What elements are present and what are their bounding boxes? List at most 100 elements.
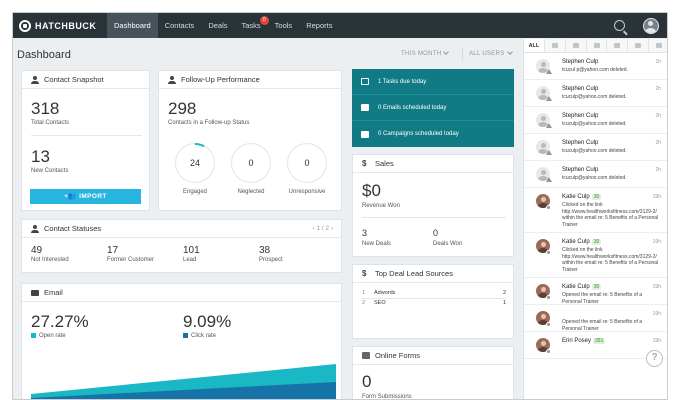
status-lead[interactable]: 101 Lead (183, 245, 200, 263)
feed-contact-name[interactable]: Stephen Culp (562, 140, 598, 146)
activity-dot-icon (546, 205, 551, 210)
feed-item[interactable]: Stephen Culp 1h tcucul p@yahoo.com deleted… (524, 53, 667, 80)
feed-contact-name[interactable]: Stephen Culp (562, 59, 598, 65)
list-icon (551, 43, 558, 48)
alert-icon (656, 43, 663, 48)
user-icon (31, 224, 39, 233)
feed-contact-name[interactable]: Stephen Culp (562, 86, 598, 92)
status-value: 101 (183, 245, 200, 256)
brand-logo[interactable]: HATCHBUCK (13, 13, 107, 38)
chevron-right-icon[interactable]: › (329, 225, 333, 232)
unresponsive-label: Unresponsive (288, 189, 326, 195)
lead-sources-card: $ Top Deal Lead Sources 1 Adwords 2 2 SE… (352, 264, 514, 339)
card-title: Contact Statuses (44, 224, 102, 233)
unresponsive-ring[interactable]: 0 (287, 143, 327, 183)
search-icon[interactable] (614, 20, 625, 31)
user-avatar[interactable] (643, 17, 659, 34)
campaigns-scheduled-label: 0 Campaigns scheduled today (378, 131, 459, 137)
brand-wordmark: HATCHBUCK (35, 20, 97, 31)
status-not-interested[interactable]: 49 Not Interested (31, 245, 69, 263)
tasks-due-label: 1 Tasks due today (378, 78, 427, 85)
feed-item[interactable]: Stephen Culp 2h tcuculp@yahoo.com deleted. (524, 161, 667, 188)
warning-icon (546, 96, 552, 101)
feed-contact-name[interactable]: Stephen Culp (562, 113, 598, 119)
feed-contact-name[interactable]: Erin Posey 391 (562, 338, 606, 344)
follow-up-card: Follow-Up Performance 298 Contacts in a … (158, 70, 342, 211)
activity-dot-icon (546, 349, 551, 354)
feed-item[interactable]: Stephen Culp 2h tcuculp@yahoo.com deleted. (524, 80, 667, 107)
feed-tab-calendar[interactable] (607, 39, 629, 52)
click-rate-swatch (183, 333, 188, 338)
status-label: Lead (183, 257, 197, 263)
nav-tasks[interactable]: Tasks 0 (235, 13, 269, 38)
envelope-icon (31, 289, 39, 296)
feed-item[interactable]: Katie Culp 30 19h Opened the email re: 5 Be… (524, 278, 667, 305)
unresponsive-value: 0 (304, 158, 310, 168)
feed-text: tcuculp@yahoo.com deleted. (562, 94, 627, 100)
feed-item[interactable]: Katie Culp 30 19h Clicked on the link http:… (524, 233, 667, 278)
import-button[interactable]: +👥 IMPORT (30, 189, 141, 204)
feed-time: 2h (655, 140, 661, 146)
feed-name-text: Erin Posey (562, 338, 592, 344)
sales-card: $ Sales $0 Revenue Won 3 New Deals 0 Dea… (352, 154, 514, 257)
nav-contacts[interactable]: Contacts (158, 13, 202, 38)
status-label: Not Interested (31, 257, 69, 263)
emails-scheduled-row[interactable]: 0 Emails scheduled today (352, 95, 514, 121)
pointer-icon (635, 43, 642, 48)
feed-tab-messages[interactable] (587, 39, 608, 52)
form-icon (362, 352, 370, 359)
feed-item[interactable]: Stephen Culp 2h tcuculp@yahoo.com deleted. (524, 134, 667, 161)
nav-reports[interactable]: Reports (299, 13, 339, 38)
feed-list: Stephen Culp 1h tcucul p@yahoo.com deleted… (524, 53, 667, 359)
card-header: $ Top Deal Lead Sources (353, 265, 513, 283)
contact-statuses-card: Contact Statuses ‹ 1 / 2 › 49 Not Intere… (21, 219, 342, 273)
email-card: Email 27.27% Open rate 9.09% Click rate (21, 283, 342, 399)
open-rate-legend: Open rate (31, 333, 66, 339)
envelope-icon (361, 104, 369, 111)
card-header: Follow-Up Performance (159, 71, 341, 89)
card-title: Top Deal Lead Sources (375, 269, 453, 278)
import-label: IMPORT (79, 193, 107, 200)
feed-item[interactable]: 19h Opened the email re: 5 Benefits of a … (524, 305, 667, 332)
click-rate-value: 9.09% (183, 312, 232, 331)
feed-tab-emails[interactable] (566, 39, 587, 52)
feed-time: 19h (652, 239, 661, 245)
nav-dashboard[interactable]: Dashboard (107, 13, 158, 38)
feed-tab-alerts[interactable] (649, 39, 667, 52)
card-header: Online Forms (353, 347, 513, 365)
chevron-down-icon (506, 49, 513, 55)
feed-item[interactable]: Stephen Culp 2h tcuculp@yahoo.com deleted. (524, 107, 667, 134)
feed-time: 19h (652, 284, 661, 290)
engaged-ring[interactable]: 24 (175, 142, 215, 183)
feed-tab-tasks[interactable] (545, 39, 566, 52)
feed-tab-clicks[interactable] (628, 39, 650, 52)
row-count: 2 (502, 290, 506, 296)
status-pagination[interactable]: ‹ 1 / 2 › (312, 225, 333, 232)
status-prospect[interactable]: 38 Prospect (259, 245, 283, 263)
feed-contact-name[interactable]: Katie Culp 30 (562, 284, 602, 290)
warning-icon (546, 123, 552, 128)
feed-contact-name[interactable]: Katie Culp 30 (562, 194, 602, 200)
neglected-ring[interactable]: 0 (231, 143, 271, 183)
click-rate-label: Click rate (191, 333, 217, 340)
feed-tab-all[interactable]: ALL (524, 39, 545, 52)
warning-icon (546, 150, 552, 155)
campaigns-scheduled-row[interactable]: 0 Campaigns scheduled today (352, 121, 514, 147)
status-former-customer[interactable]: 17 Former Customer (107, 245, 154, 263)
feed-item[interactable]: Katie Culp 30 19h Clicked on the link http:… (524, 188, 667, 233)
feed-contact-name[interactable]: Stephen Culp (562, 167, 598, 173)
top-nav: HATCHBUCK Dashboard Contacts Deals Tasks… (13, 13, 667, 38)
feed-time: 19h (652, 338, 661, 344)
nav-tools[interactable]: Tools (268, 13, 300, 38)
row-count: 1 (502, 300, 506, 306)
feed-contact-name[interactable]: Katie Culp 30 (562, 239, 602, 245)
help-button[interactable]: ? (646, 350, 663, 367)
score-badge: 30 (591, 194, 602, 200)
tasks-due-row[interactable]: 1 Tasks due today (352, 69, 514, 95)
nav-deals[interactable]: Deals (201, 13, 234, 38)
status-value: 38 (259, 245, 271, 256)
total-contacts-label: Total Contacts (31, 120, 70, 126)
user-filter[interactable]: ALL USERS (469, 49, 513, 57)
lead-source-row[interactable]: 2 SEO 1 (353, 300, 515, 310)
period-filter[interactable]: THIS MONTH (401, 49, 450, 57)
